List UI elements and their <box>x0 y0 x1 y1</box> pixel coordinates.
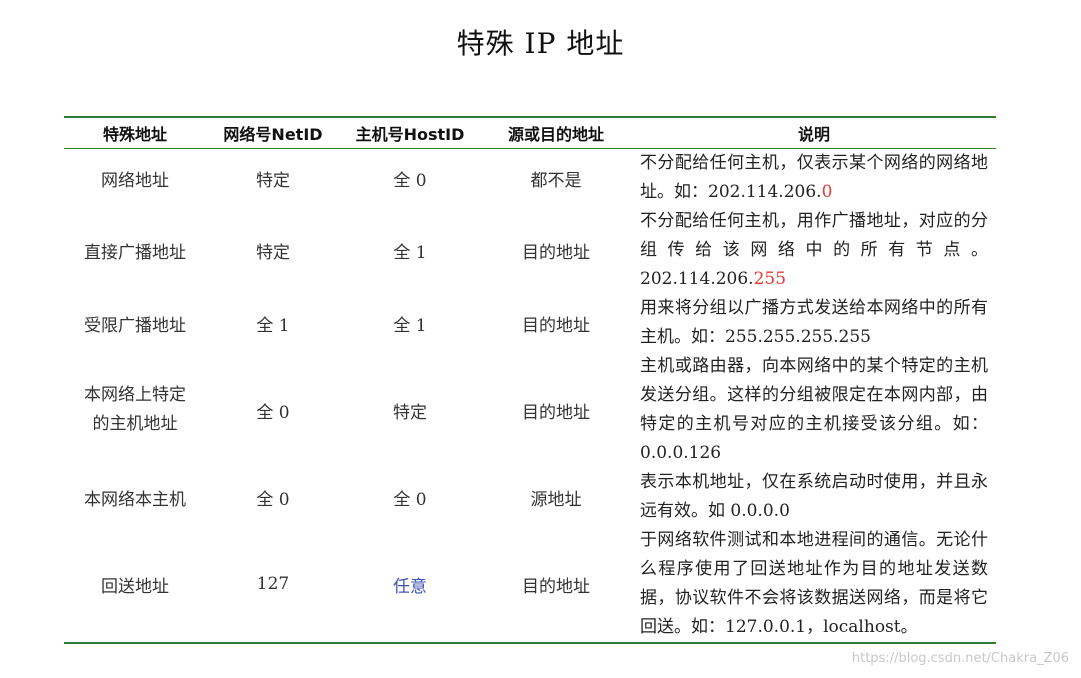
cell-netid: 全 0 <box>256 489 290 510</box>
cell-src-dst: 目的地址 <box>522 402 590 423</box>
cell-src-dst: 目的地址 <box>522 243 590 263</box>
column-header-hostid: 主机号HostID <box>355 125 465 144</box>
description-text: 不分配给任何主机，仅表示某个网络的网络地址。如：202.114.206. <box>640 153 988 202</box>
table-row: 本网络上特定 的主机地址 全 0 特定 目的地址 主机或路由器，向本网络中的某个… <box>64 352 996 468</box>
cell-hostid: 全 1 <box>393 243 427 263</box>
cell-hostid: 任意 <box>393 576 427 597</box>
cell-src-dst: 目的地址 <box>522 315 590 336</box>
cell-description: 不分配给任何主机，用作广播地址，对应的分组传给该网络中的所有节点。202.114… <box>632 207 996 294</box>
cell-description: 用来将分组以广播方式发送给本网络中的所有主机。如：255.255.255.255 <box>640 298 988 347</box>
cell-netid: 特定 <box>256 170 290 191</box>
cell-hostid: 全 0 <box>393 170 427 191</box>
table-row: 直接广播地址 特定 全 1 目的地址 不分配给任何主机，用作广播地址，对应的分组… <box>64 207 996 294</box>
table-header-row: 特殊地址 网络号NetID 主机号HostID 源或目的地址 说明 <box>64 117 996 149</box>
page-title: 特殊 IP 地址 <box>456 27 625 60</box>
table-row: 网络地址 特定 全 0 都不是 不分配给任何主机，仅表示某个网络的网络地址。如：… <box>64 149 996 208</box>
table-row: 本网络本主机 全 0 全 0 源地址 表示本机地址，仅在系统启动时使用，并且永远… <box>64 468 996 526</box>
cell-hostid: 特定 <box>393 402 427 423</box>
special-address-line: 本网络上特定 <box>84 385 186 405</box>
special-ip-table: 特殊地址 网络号NetID 主机号HostID 源或目的地址 说明 网络地址 特… <box>64 116 996 644</box>
table-row: 回送地址 127 任意 目的地址 于网络软件测试和本地进程间的通信。无论什么程序… <box>64 526 996 643</box>
cell-netid: 全 1 <box>256 315 290 336</box>
cell-special-address: 受限广播地址 <box>84 315 186 336</box>
special-ip-table-container: 特殊地址 网络号NetID 主机号HostID 源或目的地址 说明 网络地址 特… <box>64 116 996 644</box>
column-header-special-address: 特殊地址 <box>102 125 167 144</box>
table-row: 受限广播地址 全 1 全 1 目的地址 用来将分组以广播方式发送给本网络中的所有… <box>64 294 996 352</box>
column-header-netid: 网络号NetID <box>223 125 323 144</box>
cell-src-dst: 目的地址 <box>522 576 590 597</box>
cell-src-dst: 都不是 <box>530 170 582 191</box>
cell-description: 于网络软件测试和本地进程间的通信。无论什么程序使用了回送地址作为目的地址发送数据… <box>640 530 988 637</box>
cell-description: 表示本机地址，仅在系统启动时使用，并且永远有效。如 0.0.0.0 <box>640 472 988 521</box>
cell-description: 不分配给任何主机，仅表示某个网络的网络地址。如：202.114.206.0 <box>632 149 996 208</box>
cell-special-address: 网络地址 <box>101 170 169 191</box>
cell-netid: 全 0 <box>256 402 290 423</box>
cell-special-address: 回送地址 <box>101 576 169 597</box>
cell-special-address: 直接广播地址 <box>84 243 186 263</box>
cell-special-address: 本网络本主机 <box>84 489 186 510</box>
column-header-description: 说明 <box>797 125 830 144</box>
description-highlight: 255 <box>753 269 787 289</box>
cell-description: 主机或路由器，向本网络中的某个特定的主机发送分组。这样的分组被限定在本网内部，由… <box>640 356 988 463</box>
cell-netid: 127 <box>256 574 290 594</box>
description-highlight: 0 <box>821 182 833 202</box>
description-text: 不分配给任何主机，用作广播地址，对应的分组传给该网络中的所有节点。202.114… <box>640 211 988 289</box>
cell-netid: 特定 <box>256 243 290 263</box>
cell-special-address: 本网络上特定 的主机地址 <box>64 352 206 468</box>
watermark: https://blog.csdn.net/Chakra_Z06 <box>851 651 1069 666</box>
cell-src-dst: 源地址 <box>530 489 582 510</box>
cell-hostid: 全 1 <box>393 315 427 336</box>
special-address-line: 的主机地址 <box>92 414 178 434</box>
column-header-src-dst: 源或目的地址 <box>507 125 604 144</box>
cell-hostid: 全 0 <box>393 489 427 510</box>
